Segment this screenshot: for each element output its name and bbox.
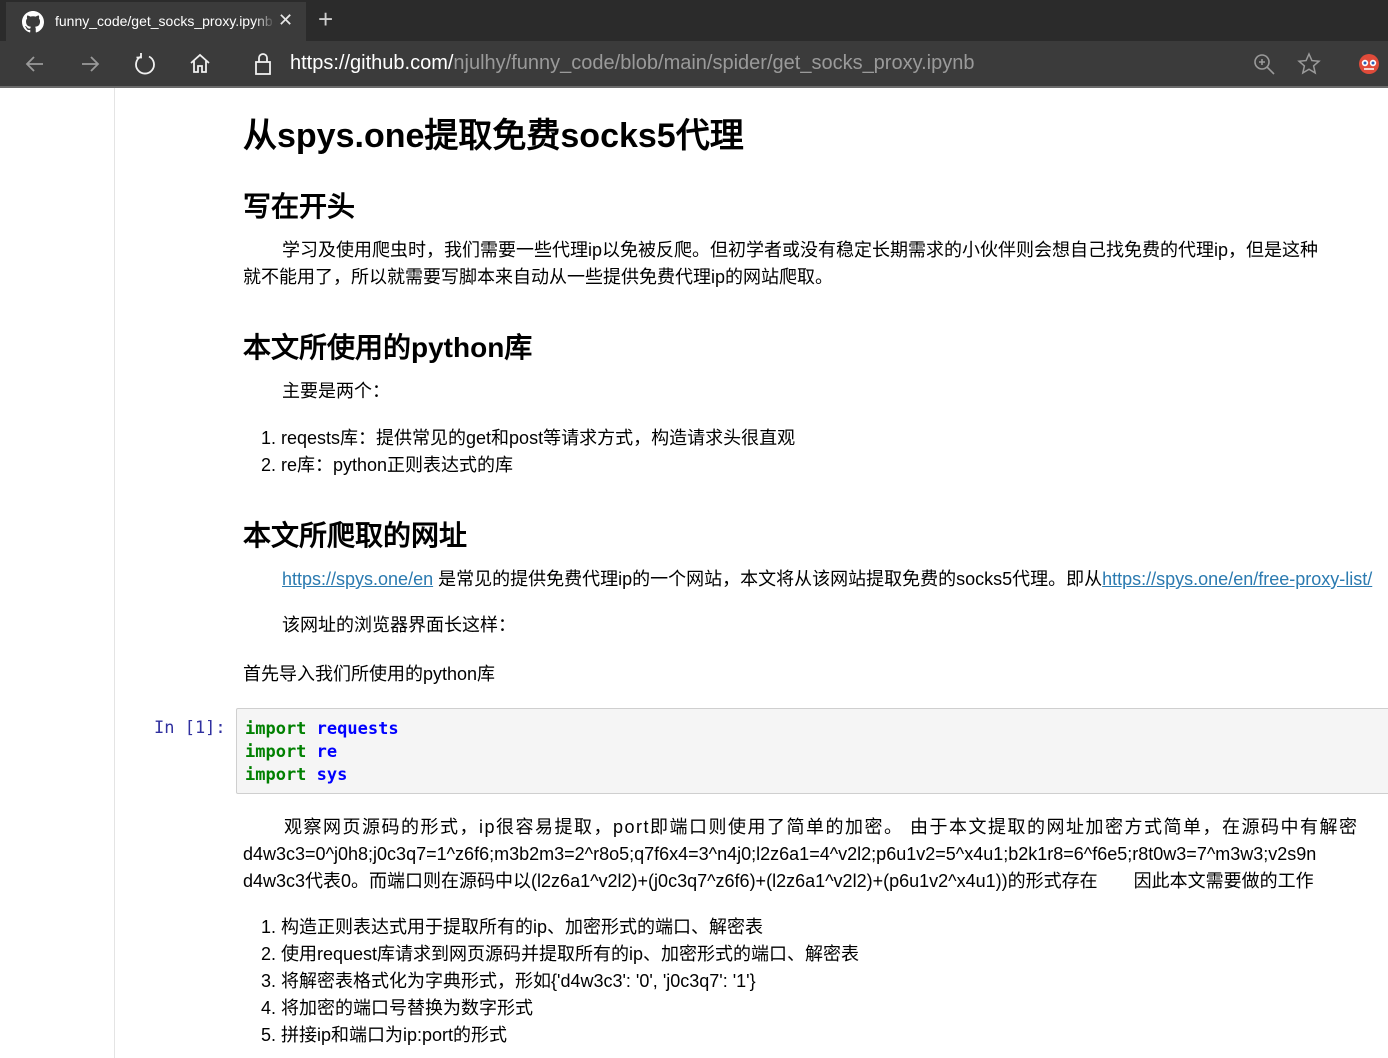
steps-list: 构造正则表达式用于提取所有的ip、加密形式的端口、解密表 使用request库请… [243, 914, 859, 1049]
close-tab-icon[interactable]: ✕ [278, 10, 293, 31]
active-tab[interactable]: funny_code/get_socks_proxy.ipynb ✕ [6, 0, 306, 41]
address-bar: https://github.com/njulhy/funny_code/blo… [0, 41, 1388, 88]
tab-title: funny_code/get_socks_proxy.ipynb [55, 13, 275, 29]
code-line: import re [245, 742, 337, 762]
section-heading-intro: 写在开头 [243, 191, 356, 222]
back-arrow-icon[interactable] [23, 52, 47, 76]
intro-paragraph-line2: 就不能用了，所以就需要写脚本来自动从一些提供免费代理ip的网站爬取。 [243, 267, 834, 287]
list-item: 将加密的端口号替换为数字形式 [281, 995, 859, 1022]
notebook-gutter-divider [114, 88, 115, 1058]
list-item: re库：python正则表达式的库 [281, 452, 795, 479]
lock-icon[interactable] [252, 52, 274, 76]
code-module: requests [316, 719, 399, 739]
intro-paragraph-line1: 学习及使用爬虫时，我们需要一些代理ip以免被反爬。但初学者或没有稳定长期需求的小… [282, 240, 1319, 260]
code-keyword: import [245, 719, 307, 739]
forward-arrow-icon[interactable] [78, 52, 102, 76]
section-heading-libraries: 本文所使用的python库 [243, 332, 533, 363]
new-tab-button[interactable]: + [318, 4, 333, 35]
github-icon [22, 11, 44, 33]
url-path: njulhy/funny_code/blob/main/spider/get_s… [453, 52, 975, 74]
extension-icon[interactable] [1358, 53, 1380, 75]
code-module: re [316, 742, 338, 762]
list-item: reqests库：提供常见的get和post等请求方式，构造请求头很直观 [281, 425, 795, 452]
code-line: import sys [245, 765, 347, 785]
notebook-content: 从spys.one提取免费socks5代理 写在开头 学习及使用爬虫时，我们需要… [243, 88, 1388, 1058]
target-site-text: 是常见的提供免费代理ip的一个网站，本文将从该网站提取免费的socks5代理。即… [433, 569, 1103, 589]
list-item: 将解密表格式化为字典形式，形如{'d4w3c3': '0', 'j0c3q7':… [281, 968, 859, 995]
code-keyword: import [245, 742, 307, 762]
zoom-icon[interactable] [1252, 52, 1276, 76]
spys-one-link[interactable]: https://spys.one/en [282, 569, 433, 589]
url-host: https://github.com/ [290, 52, 454, 74]
analysis-line1: 观察网页源码的形式，ip很容易提取，port即端口则使用了简单的加密。 由于本文… [284, 817, 1359, 837]
list-item: 拼接ip和端口为ip:port的形式 [281, 1022, 859, 1049]
browser-view-note: 该网址的浏览器界面长这样： [282, 615, 516, 635]
import-intro: 首先导入我们所使用的python库 [243, 664, 496, 684]
home-icon[interactable] [188, 52, 212, 76]
list-item: 构造正则表达式用于提取所有的ip、加密形式的端口、解密表 [281, 914, 859, 941]
section-heading-target-site: 本文所爬取的网址 [243, 520, 468, 551]
code-module: sys [316, 765, 348, 785]
favorite-star-icon[interactable] [1297, 52, 1321, 76]
page-title: 从spys.one提取免费socks5代理 [243, 117, 744, 155]
analysis-line3: d4w3c3代表0。而端口则在源码中以(l2z6a1^v2l2)+(j0c3q7… [243, 871, 1314, 891]
code-keyword: import [245, 765, 307, 785]
code-line: import requests [245, 719, 399, 739]
list-item: 使用request库请求到网页源码并提取所有的ip、加密形式的端口、解密表 [281, 941, 859, 968]
libraries-intro: 主要是两个： [282, 381, 390, 401]
code-cell[interactable]: import requests import re import sys [236, 708, 1388, 794]
analysis-line2: d4w3c3=0^j0h8;j0c3q7=1^z6f6;m3b2m3=2^r8o… [243, 844, 1317, 864]
refresh-icon[interactable] [133, 52, 157, 76]
free-proxy-list-link[interactable]: https://spys.one/en/free-proxy-list/ [1102, 569, 1372, 589]
tab-strip: funny_code/get_socks_proxy.ipynb ✕ + [0, 0, 1388, 41]
target-site-paragraph: https://spys.one/en 是常见的提供免费代理ip的一个网站，本文… [282, 566, 1372, 593]
url-field[interactable]: https://github.com/njulhy/funny_code/blo… [290, 52, 974, 75]
libraries-list: reqests库：提供常见的get和post等请求方式，构造请求头很直观 re库… [243, 425, 795, 479]
cell-input-prompt: In [1]: [154, 718, 226, 738]
